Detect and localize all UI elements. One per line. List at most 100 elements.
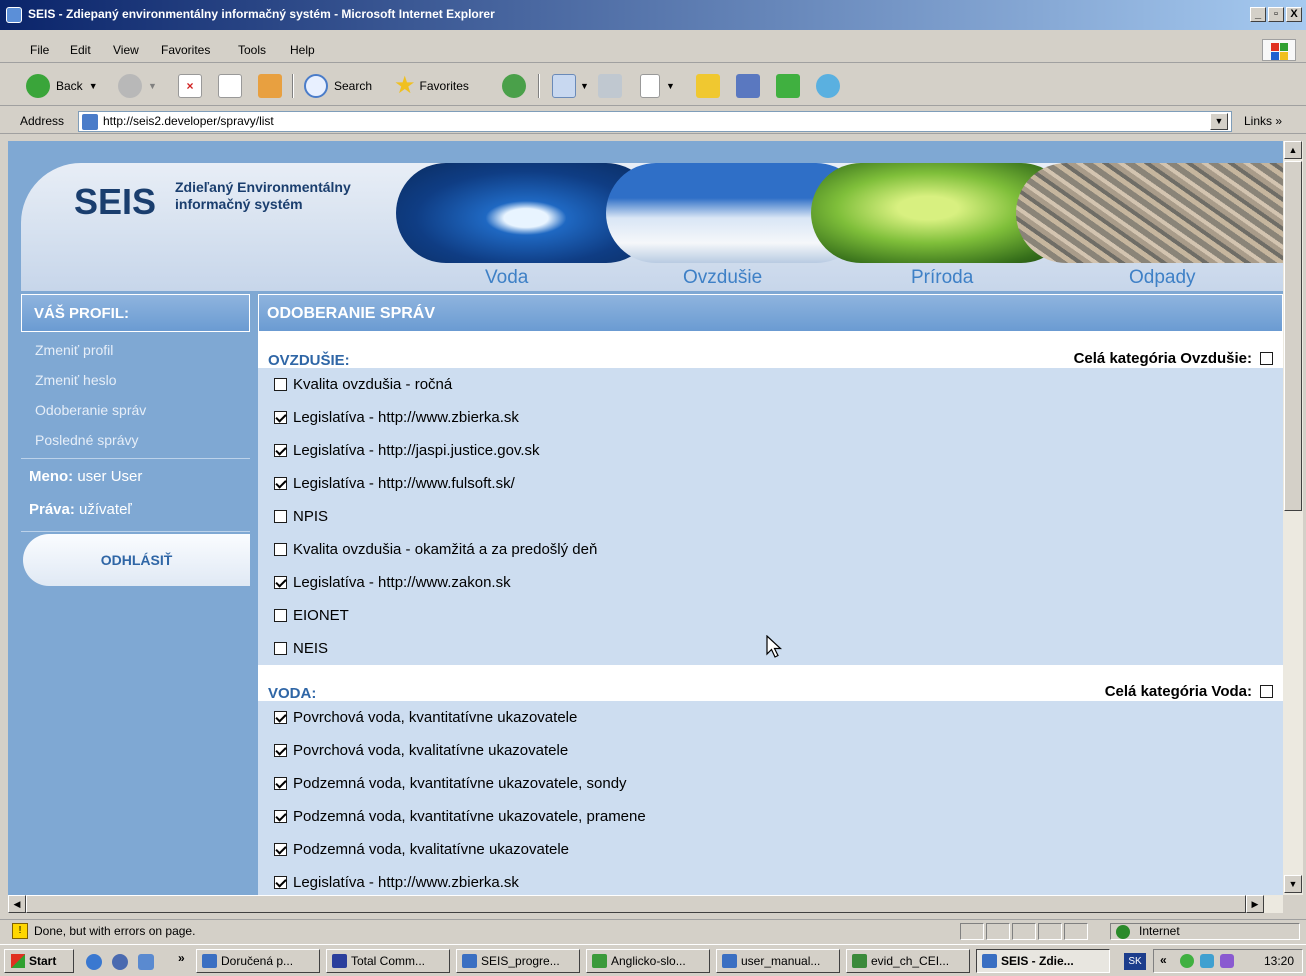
favorites-button[interactable]: ★ Favorites [394, 73, 469, 99]
item-label: Legislatíva - http://www.zbierka.sk [293, 874, 519, 891]
sidebar-link-subscriptions[interactable]: Odoberanie správ [21, 398, 250, 428]
forward-button[interactable]: ▼ [118, 73, 157, 99]
sidebar-link-change-profile[interactable]: Zmeniť profil [21, 338, 250, 368]
item-checkbox[interactable] [274, 876, 287, 889]
taskbar: Start » Doručená p... Total Comm... SEIS… [0, 944, 1306, 976]
task-button[interactable]: SEIS_progre... [456, 949, 580, 973]
desktop-quicklaunch-icon[interactable] [138, 954, 154, 970]
waste-photo[interactable] [1016, 163, 1283, 263]
chevron-right-icon[interactable]: » [178, 951, 185, 965]
stop-button[interactable]: × [178, 73, 202, 99]
nav-voda[interactable]: Voda [485, 267, 528, 289]
minimize-button[interactable]: _ [1250, 7, 1266, 22]
item-checkbox[interactable] [274, 810, 287, 823]
item-checkbox[interactable] [274, 744, 287, 757]
menu-file[interactable]: File [30, 43, 49, 57]
word-icon [640, 74, 660, 98]
item-checkbox[interactable] [274, 576, 287, 589]
logout-button[interactable]: ODHLÁSIŤ [23, 534, 250, 586]
nav-priroda[interactable]: Príroda [911, 267, 973, 289]
select-all-checkbox[interactable] [1260, 352, 1273, 365]
folder-button[interactable] [696, 73, 720, 99]
home-button[interactable] [258, 73, 282, 99]
menu-edit[interactable]: Edit [70, 43, 91, 57]
scroll-thumb[interactable] [1284, 161, 1302, 511]
category-name: OVZDUŠIE: [268, 352, 350, 369]
item-label: Legislatíva - http://www.fulsoft.sk/ [293, 475, 515, 492]
scroll-left-button[interactable]: ◀ [8, 895, 26, 913]
close-button[interactable]: X [1286, 7, 1302, 22]
ie-quicklaunch-icon[interactable] [86, 954, 102, 970]
list-item: Podzemná voda, kvalitatívne ukazovatele [258, 833, 1283, 866]
scroll-right-button[interactable]: ▶ [1246, 895, 1264, 913]
item-checkbox[interactable] [274, 378, 287, 391]
warning-icon[interactable]: ! [12, 923, 28, 939]
task-button[interactable]: evid_ch_CEI... [846, 949, 970, 973]
nav-odpady[interactable]: Odpady [1129, 267, 1196, 289]
mail-button[interactable]: ▼ [552, 73, 589, 99]
sidebar-link-latest-messages[interactable]: Posledné správy [21, 428, 250, 458]
address-input[interactable]: http://seis2.developer/spravy/list [78, 111, 1232, 132]
menu-help[interactable]: Help [290, 43, 315, 57]
volume-tray-icon[interactable] [1220, 954, 1234, 968]
flower-tray-icon[interactable] [1180, 954, 1194, 968]
task-button[interactable]: Total Comm... [326, 949, 450, 973]
item-checkbox[interactable] [274, 843, 287, 856]
scroll-thumb[interactable] [26, 895, 1246, 913]
task-label: Total Comm... [351, 954, 426, 968]
back-button[interactable]: Back ▼ [26, 73, 98, 99]
item-checkbox[interactable] [274, 477, 287, 490]
item-checkbox[interactable] [274, 543, 287, 556]
maximize-button[interactable]: ▫ [1268, 7, 1284, 22]
messenger-button[interactable] [816, 73, 840, 99]
item-checkbox[interactable] [274, 609, 287, 622]
address-dropdown-button[interactable]: ▼ [1210, 113, 1228, 130]
search-button[interactable]: Search [304, 73, 372, 99]
page-title: ODOBERANIE SPRÁV [258, 294, 1283, 332]
network-tray-icon[interactable] [1200, 954, 1214, 968]
history-button[interactable] [502, 73, 526, 99]
chevron-left-icon[interactable]: « [1160, 953, 1167, 967]
task-button[interactable]: Doručená p... [196, 949, 320, 973]
menu-tools[interactable]: Tools [238, 43, 266, 57]
research-button[interactable] [736, 73, 760, 99]
item-checkbox[interactable] [274, 711, 287, 724]
task-button-active[interactable]: SEIS - Zdie... [976, 949, 1110, 973]
task-label: SEIS - Zdie... [1001, 954, 1074, 968]
horizontal-scrollbar[interactable]: ◀ ▶ [8, 895, 1283, 913]
select-all-label: Celá kategória Ovzdušie: [1073, 350, 1252, 367]
item-label: Povrchová voda, kvalitatívne ukazovatele [293, 742, 569, 759]
scroll-up-button[interactable]: ▲ [1284, 141, 1302, 159]
item-checkbox[interactable] [274, 411, 287, 424]
site-logo[interactable]: SEIS [74, 181, 156, 223]
status-bar: ! Done, but with errors on page. Interne… [0, 919, 1306, 941]
nav-ovzdusie[interactable]: Ovzdušie [683, 267, 762, 289]
mail-quicklaunch-icon[interactable] [112, 954, 128, 970]
item-label: Podzemná voda, kvalitatívne ukazovatele [293, 841, 569, 858]
item-checkbox[interactable] [274, 510, 287, 523]
flower-icon [776, 74, 800, 98]
menu-favorites[interactable]: Favorites [161, 43, 210, 57]
icq-button[interactable] [776, 73, 800, 99]
page-icon [82, 114, 98, 130]
word-icon [722, 954, 737, 968]
sidebar-links: Zmeniť profil Zmeniť heslo Odoberanie sp… [21, 332, 250, 458]
item-checkbox[interactable] [274, 444, 287, 457]
item-checkbox[interactable] [274, 642, 287, 655]
list-item: Legislatíva - http://www.fulsoft.sk/ [258, 467, 1283, 500]
edit-button[interactable]: ▼ [640, 73, 675, 99]
task-button[interactable]: user_manual... [716, 949, 840, 973]
links-button[interactable]: Links » [1244, 114, 1282, 128]
sidebar-link-change-password[interactable]: Zmeniť heslo [21, 368, 250, 398]
select-all-checkbox[interactable] [1260, 685, 1273, 698]
start-button[interactable]: Start [4, 949, 74, 973]
item-checkbox[interactable] [274, 777, 287, 790]
refresh-button[interactable] [218, 73, 242, 99]
vertical-scrollbar[interactable]: ▲ ▼ [1283, 141, 1303, 895]
print-button[interactable] [598, 73, 622, 99]
scroll-down-button[interactable]: ▼ [1284, 875, 1302, 893]
language-indicator[interactable]: SK [1124, 953, 1146, 970]
mail-icon [202, 954, 217, 968]
menu-view[interactable]: View [113, 43, 139, 57]
task-button[interactable]: Anglicko-slo... [586, 949, 710, 973]
